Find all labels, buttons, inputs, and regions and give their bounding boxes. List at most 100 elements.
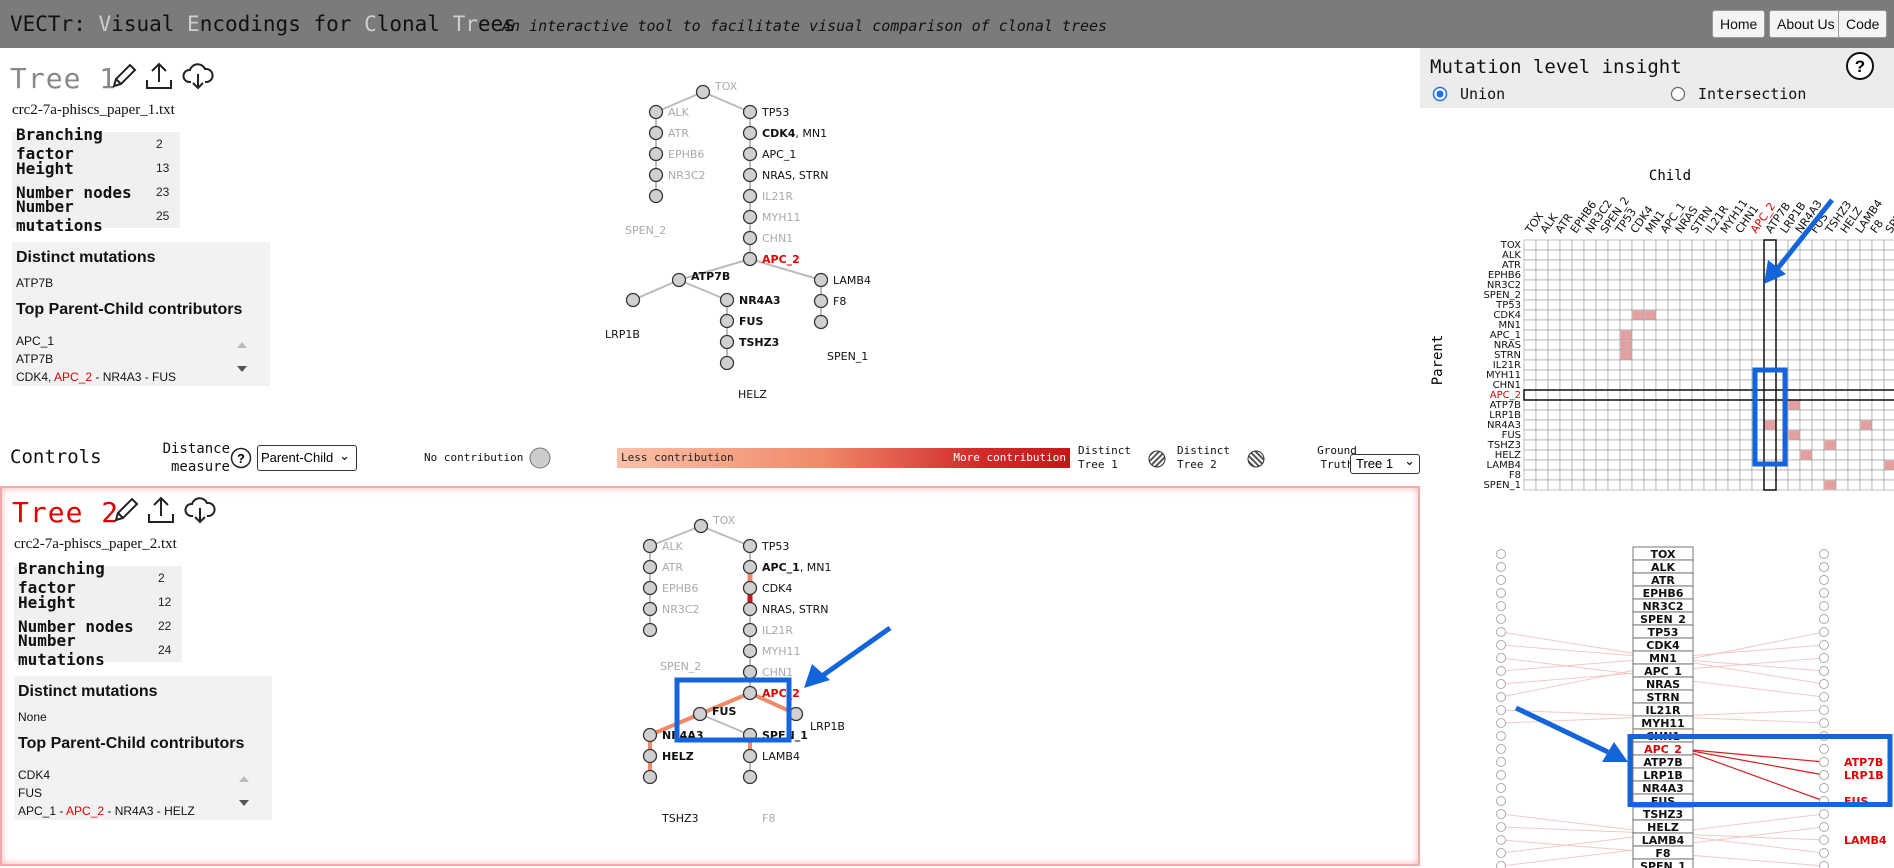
matrix-cell[interactable]: [1655, 349, 1669, 361]
matrix-cell[interactable]: [1547, 429, 1561, 441]
matrix-cell[interactable]: [1847, 439, 1861, 451]
matrix-cell[interactable]: [1727, 389, 1741, 401]
matrix-cell[interactable]: [1811, 449, 1825, 461]
right-node[interactable]: [1819, 614, 1829, 624]
matrix-cell[interactable]: [1631, 379, 1645, 391]
matrix-cell[interactable]: [1679, 449, 1693, 461]
matrix-cell[interactable]: [1547, 419, 1561, 431]
matrix-cell[interactable]: [1583, 399, 1597, 411]
matrix-cell[interactable]: [1859, 309, 1873, 321]
help-icon[interactable]: ?: [1845, 51, 1875, 81]
matrix-cell[interactable]: [1835, 249, 1849, 261]
matrix-cell[interactable]: [1679, 409, 1693, 421]
matrix-cell[interactable]: [1679, 339, 1693, 351]
matrix-cell[interactable]: [1847, 399, 1861, 411]
matrix-cell[interactable]: [1571, 439, 1585, 451]
matrix-cell[interactable]: [1727, 429, 1741, 441]
matrix-cell[interactable]: [1631, 409, 1645, 421]
matrix-cell[interactable]: [1871, 329, 1885, 341]
matrix-cell[interactable]: [1727, 279, 1741, 291]
matrix-cell[interactable]: [1571, 479, 1585, 491]
matrix-cell[interactable]: [1655, 359, 1669, 371]
matrix-cell[interactable]: [1571, 319, 1585, 331]
tree-node[interactable]: [742, 230, 758, 246]
matrix-cell[interactable]: [1883, 469, 1894, 481]
matrix-cell[interactable]: [1535, 339, 1549, 351]
matrix-cell[interactable]: [1559, 319, 1573, 331]
matrix-cell[interactable]: [1691, 299, 1705, 311]
matrix-cell-filled[interactable]: [1764, 420, 1776, 430]
matrix-cell[interactable]: [1655, 339, 1669, 351]
matrix-cell[interactable]: [1727, 479, 1741, 491]
matrix-cell[interactable]: [1811, 329, 1825, 341]
matrix-cell[interactable]: [1715, 279, 1729, 291]
matrix-cell[interactable]: [1727, 379, 1741, 391]
matrix-cell[interactable]: [1583, 349, 1597, 361]
matrix-cell[interactable]: [1715, 389, 1729, 401]
matrix-cell[interactable]: [1739, 429, 1753, 441]
matrix-cell[interactable]: [1595, 479, 1609, 491]
matrix-cell[interactable]: [1763, 409, 1777, 421]
matrix-cell[interactable]: [1835, 469, 1849, 481]
left-node[interactable]: [1496, 692, 1506, 702]
matrix-cell[interactable]: [1631, 249, 1645, 261]
matrix-cell[interactable]: [1619, 309, 1633, 321]
left-node[interactable]: [1496, 835, 1506, 845]
matrix-cell[interactable]: [1619, 379, 1633, 391]
matrix-cell[interactable]: [1883, 289, 1894, 301]
matrix-cell[interactable]: [1667, 379, 1681, 391]
matrix-cell[interactable]: [1811, 249, 1825, 261]
matrix-cell[interactable]: [1691, 349, 1705, 361]
matrix-cell[interactable]: [1607, 309, 1621, 321]
matrix-cell[interactable]: [1859, 299, 1873, 311]
left-node[interactable]: [1496, 627, 1506, 637]
matrix-cell[interactable]: [1643, 249, 1657, 261]
matrix-cell[interactable]: [1751, 299, 1765, 311]
matrix-cell[interactable]: [1787, 459, 1801, 471]
matrix-cell[interactable]: [1583, 409, 1597, 421]
matrix-cell[interactable]: [1643, 349, 1657, 361]
matrix-cell[interactable]: [1787, 289, 1801, 301]
matrix-cell[interactable]: [1703, 299, 1717, 311]
matrix-cell[interactable]: [1799, 359, 1813, 371]
matrix-cell[interactable]: [1631, 329, 1645, 341]
matrix-cell[interactable]: [1871, 359, 1885, 371]
matrix-cell[interactable]: [1715, 369, 1729, 381]
matrix-cell[interactable]: [1787, 479, 1801, 491]
matrix-cell[interactable]: [1655, 439, 1669, 451]
matrix-cell[interactable]: [1547, 439, 1561, 451]
matrix-cell[interactable]: [1703, 329, 1717, 341]
matrix-cell[interactable]: [1739, 359, 1753, 371]
matrix-cell[interactable]: [1787, 389, 1801, 401]
matrix-cell[interactable]: [1859, 249, 1873, 261]
tree-node[interactable]: [648, 167, 664, 183]
matrix-cell[interactable]: [1679, 259, 1693, 271]
matrix-cell[interactable]: [1763, 249, 1777, 261]
matrix-cell[interactable]: [1847, 299, 1861, 311]
matrix-cell[interactable]: [1631, 389, 1645, 401]
matrix-cell[interactable]: [1583, 389, 1597, 401]
matrix-cell[interactable]: [1535, 289, 1549, 301]
matrix-cell[interactable]: [1679, 309, 1693, 321]
matrix-cell[interactable]: [1631, 299, 1645, 311]
matrix-cell[interactable]: [1655, 309, 1669, 321]
matrix-cell[interactable]: [1763, 469, 1777, 481]
matrix-cell[interactable]: [1619, 289, 1633, 301]
matrix-cell[interactable]: [1739, 459, 1753, 471]
matrix-cell[interactable]: [1811, 369, 1825, 381]
matrix-cell[interactable]: [1727, 259, 1741, 271]
matrix-cell[interactable]: [1607, 319, 1621, 331]
matrix-cell[interactable]: [1607, 419, 1621, 431]
matrix-cell[interactable]: [1619, 259, 1633, 271]
right-node[interactable]: [1819, 809, 1829, 819]
matrix-cell[interactable]: [1523, 449, 1537, 461]
matrix-cell[interactable]: [1727, 409, 1741, 421]
matrix-cell[interactable]: [1799, 309, 1813, 321]
matrix-cell[interactable]: [1631, 459, 1645, 471]
matrix-cell[interactable]: [1883, 249, 1894, 261]
matrix-cell[interactable]: [1703, 309, 1717, 321]
matrix-cell[interactable]: [1823, 389, 1837, 401]
matrix-cell[interactable]: [1595, 259, 1609, 271]
tree-node[interactable]: [742, 251, 758, 267]
matrix-cell[interactable]: [1691, 239, 1705, 251]
